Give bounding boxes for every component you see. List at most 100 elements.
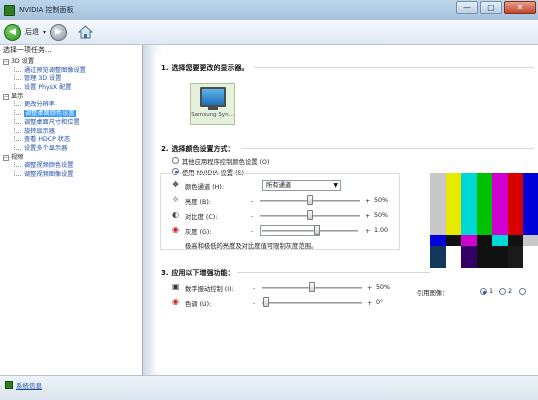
color-bar-bottom [507,246,524,268]
close-button[interactable]: ✕ [504,1,536,14]
tree-label: 管理 3D 设置 [24,75,62,83]
color-bar [461,173,477,235]
content-page: 1. 选择您要更改的显示器。 Samsung Syn... 2. 选择颜色设置方式：… [155,55,538,371]
tree-category[interactable]: − 显示 [0,93,142,102]
minimize-button[interactable]: — [456,1,478,14]
section-1-text: 选择您要更改的显示器。 [171,64,249,72]
back-button[interactable]: ◀ [4,23,21,41]
radio-other-apps-label[interactable]: 其他应用程序控制颜色设置 (O) [182,157,269,166]
window-title: NVIDIA 控制面板 [19,6,74,14]
monitor-icon [199,87,226,107]
toolbar: ◀ 后退 ▾ ▶ [0,20,538,45]
tree-branch-line [14,84,21,90]
brightness-icon: ☼ [172,195,180,204]
reference-radio-1-label[interactable]: 1 [489,288,493,295]
tree-label: 调整视频图像设置 [24,170,74,178]
system-info-label[interactable]: 系统信息 [16,380,42,390]
tree-category[interactable]: −3D 设置 [0,58,142,67]
color-bar-bottom [461,246,477,268]
reference-radio-3[interactable] [519,288,526,295]
radio-other-apps[interactable] [172,157,179,164]
color-bar-mid [430,235,446,246]
tree-item[interactable]: 旋转显示器 [0,127,142,137]
collapse-icon[interactable]: − [3,59,9,65]
tree-label: 查看 HDCP 状态 [24,136,71,144]
color-bar-mid [492,235,508,246]
tree-item[interactable]: 设置多个显示器 [0,144,142,154]
back-label[interactable]: 后退 [25,27,39,37]
tree-item[interactable]: 通过预览调整图像设置 [0,66,142,76]
collapse-icon[interactable]: − [3,93,9,100]
color-channel-select[interactable]: 所有通道 ▼ [262,180,341,191]
content-area: 1. 选择您要更改的显示器。 Samsung Syn... 2. 选择颜色设置方式：… [143,45,538,375]
tree-branch-line [14,110,21,116]
color-bars-mid [430,235,538,246]
brightness-slider-thumb[interactable] [307,195,313,205]
vibrance-icon: ▣ [172,282,180,291]
gamma-slider-thumb[interactable] [314,225,320,235]
tree-label: 通过预览调整图像设置 [24,66,86,74]
maximize-button[interactable]: ▢ [480,1,502,14]
hue-track[interactable] [262,302,362,304]
color-bar [430,173,446,235]
section-1-title: 1. 选择您要更改的显示器。 [161,63,249,73]
color-bar-bottom [476,246,493,268]
vibrance-slider-thumb[interactable] [309,282,315,292]
section-3-text: 应用以下增强功能： [171,269,235,277]
tree-item[interactable]: 更改分辨率 [0,101,142,110]
tree-item[interactable]: 调整视频图像设置 [0,170,142,180]
color-channel-icon: ❖ [172,180,180,189]
forward-button[interactable]: ▶ [50,23,68,41]
window-controls: — ▢ ✕ [456,1,536,14]
tree-item[interactable]: 调整视频颜色设置 [0,162,142,171]
tree-branch-line [14,66,21,72]
back-arrow-icon: ◀ [9,27,16,37]
color-bar-mid [476,235,493,246]
tree-item[interactable]: 调整桌面尺寸和位置 [0,118,142,128]
section-2-divider [241,148,534,149]
gamma-track[interactable] [262,230,358,232]
color-bar [507,173,524,235]
color-bar [445,173,462,235]
tree-branch-line [14,170,21,176]
back-dropdown-icon[interactable]: ▾ [43,29,46,36]
reference-image-preview [430,173,538,281]
tree-label: 设置 PhysX 配置 [24,84,72,92]
gamma-icon: ◉ [172,225,179,234]
nvidia-control-panel-window: NVIDIA 控制面板 — ▢ ✕ ◀ 后退 ▾ ▶ 选择一项任务... −3D… [0,0,538,400]
hue-slider-thumb[interactable] [263,297,269,307]
tree-label: 3D 设置 [11,58,35,65]
tree-label: 显示 [11,92,24,100]
system-info-link[interactable]: 系统信息 [5,380,42,390]
task-panel-header: 选择一项任务... [3,46,52,54]
display-name: Samsung Syn... [191,112,234,118]
contrast-icon: ◐ [172,210,179,219]
title-bar: NVIDIA 控制面板 — ▢ ✕ [0,0,538,20]
reference-radio-2[interactable] [499,288,506,295]
tree-item[interactable]: 查看 HDCP 状态 [0,136,142,145]
status-bar: 系统信息 [0,375,538,400]
reference-radio-2-label[interactable]: 2 [508,288,512,295]
display-selector[interactable]: Samsung Syn... [190,83,235,125]
tree-item-selected[interactable]: 调整桌面颜色设置 [0,110,142,119]
hue-icon: ◉ [172,297,179,306]
section-1-number: 1. [161,64,169,72]
home-button[interactable] [77,24,93,40]
tree-category[interactable]: − 视频 [0,154,142,163]
contrast-slider-thumb[interactable] [307,210,313,220]
collapse-icon[interactable]: − [3,154,9,161]
hue-label: 色调 (U): [185,301,212,308]
tree-label: 调整桌面颜色设置 [24,110,76,118]
color-bar [523,173,538,235]
tree-branch-line [14,118,21,124]
reference-radio-1[interactable] [480,288,487,295]
section-2-text: 选择颜色设置方式： [171,145,235,153]
home-icon [77,25,93,39]
color-channel-label: 颜色通道 (H): [185,184,224,191]
tree-label: 更改分辨率 [24,101,55,109]
tree-branch-line [14,75,21,81]
task-panel: 选择一项任务... −3D 设置 通过预览调整图像设置 管理 3D 设置 设置 Phy… [0,45,143,375]
nvidia-app-icon [4,4,15,16]
tree-item[interactable]: 管理 3D 设置 [0,75,142,84]
tree-item[interactable]: 设置 PhysX 配置 [0,84,142,93]
